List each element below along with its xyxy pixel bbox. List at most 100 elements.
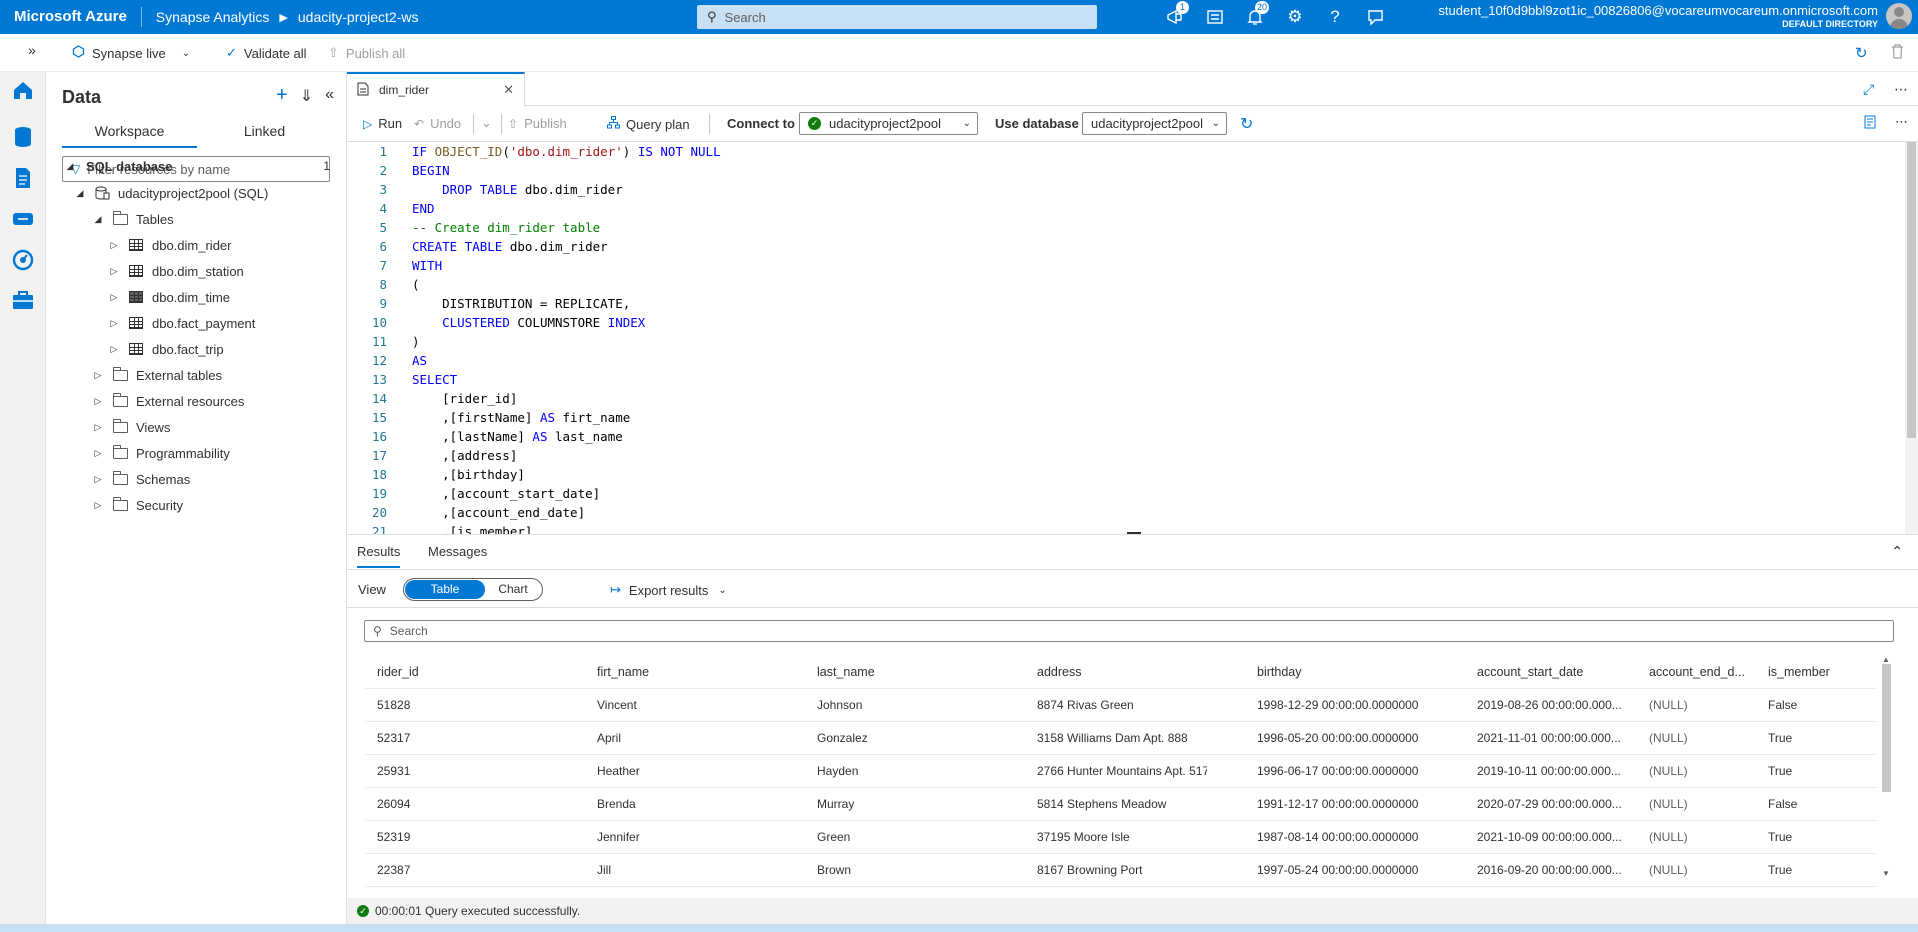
help-icon[interactable]: ? — [1315, 0, 1355, 34]
develop-hub-icon[interactable] — [11, 166, 35, 190]
validate-all-button[interactable]: ✓ Validate all — [226, 45, 307, 61]
table-cell: Hayden — [817, 764, 859, 778]
bell-icon[interactable]: 20 — [1235, 0, 1275, 34]
expand-nav-icon[interactable]: » — [28, 42, 36, 58]
tree-item-table[interactable]: ▷ dbo.dim_time — [46, 285, 346, 309]
folder-label: External tables — [136, 367, 222, 383]
table-row[interactable]: 22387 Jill Brown 8167 Browning Port 1997-05-… — [365, 854, 1877, 887]
view-chart-option[interactable]: Chart — [484, 580, 542, 599]
search-icon: ⚲ — [373, 624, 382, 638]
table-cell: Gonzalez — [817, 731, 868, 745]
view-table-option[interactable]: Table — [405, 580, 485, 599]
gear-icon[interactable]: ⚙ — [1275, 0, 1315, 34]
global-search-input[interactable]: ⚲ Search — [697, 5, 1097, 29]
tree-item-folder[interactable]: ▷ Schemas — [46, 467, 346, 491]
data-hub-icon[interactable] — [11, 125, 35, 149]
tree-item-folder[interactable]: ▷ External tables — [46, 363, 346, 387]
discard-icon[interactable] — [1891, 44, 1904, 63]
tree-item-table[interactable]: ▷ dbo.dim_rider — [46, 233, 346, 257]
breadcrumb-workspace[interactable]: udacity-project2-ws — [298, 9, 419, 25]
maximize-icon[interactable]: ⤢ — [1863, 81, 1874, 98]
table-row[interactable]: 52319 Jennifer Green 37195 Moore Isle 1987-0… — [365, 821, 1877, 854]
column-header[interactable]: address — [1037, 655, 1207, 689]
tree-item-table[interactable]: ▷ dbo.dim_station — [46, 259, 346, 283]
code-line: 11) — [371, 334, 420, 349]
code-line: 3 DROP TABLE dbo.dim_rider — [379, 182, 623, 197]
run-button[interactable]: ▷ Run — [363, 116, 402, 131]
publish-all-button[interactable]: ⇧ Publish all — [328, 45, 405, 61]
breadcrumb-service[interactable]: Synapse Analytics — [142, 9, 270, 25]
feedback-icon[interactable] — [1355, 0, 1395, 34]
tree-item-table[interactable]: ▷ dbo.fact_payment — [46, 311, 346, 335]
caret-right-icon: ▷ — [94, 447, 102, 458]
sql-code-editor[interactable]: 1 IF OBJECT_ID('dbo.dim_rider') IS NOT NU… — [347, 142, 1906, 534]
code-line: 15 ,[firstName] AS firt_name — [371, 410, 631, 425]
view-toggle[interactable]: Table Chart — [403, 578, 543, 601]
more-options-icon[interactable]: ⋯ — [1895, 114, 1908, 130]
account-menu[interactable]: student_10f0d9bbl9zot1ic_00826806@vocare… — [1438, 3, 1878, 30]
results-search-input[interactable]: ⚲ Search — [364, 620, 1894, 642]
manage-hub-icon[interactable] — [11, 288, 35, 312]
column-header[interactable]: account_end_d... — [1649, 655, 1759, 689]
tree-item-folder[interactable]: ▷ Views — [46, 415, 346, 439]
sql-script-icon — [357, 82, 369, 99]
switch-directory-icon[interactable] — [1195, 0, 1235, 34]
properties-icon[interactable] — [1864, 115, 1878, 129]
connect-to-dropdown[interactable]: ✓ udacityproject2pool ⌄ — [799, 112, 978, 135]
refresh-icon[interactable]: ↻ — [1855, 44, 1868, 62]
search-icon: ⚲ — [707, 9, 717, 24]
publish-button[interactable]: ⇧ Publish — [508, 116, 567, 131]
undo-button[interactable]: ↶ Undo — [414, 116, 461, 131]
table-row[interactable]: 51828 Vincent Johnson 8874 Rivas Green 1998-… — [365, 689, 1877, 722]
column-header[interactable]: birthday — [1257, 655, 1427, 689]
collapse-results-icon[interactable]: ⌃ — [1891, 543, 1903, 560]
tab-results[interactable]: Results — [357, 544, 401, 568]
column-header[interactable]: rider_id — [377, 655, 547, 689]
tree-item-folder[interactable]: ▷ External resources — [46, 389, 346, 413]
home-icon[interactable] — [11, 78, 35, 102]
tree-item-sql-database[interactable]: ◢ SQL database 1 — [46, 154, 346, 178]
chevron-down-icon: ⌄ — [718, 584, 727, 596]
results-scrollbar[interactable]: ▲ ▼ — [1880, 655, 1893, 883]
tree-item-table[interactable]: ▷ dbo.fact_trip — [46, 337, 346, 361]
tree-item-tables[interactable]: ◢ Tables — [46, 207, 346, 231]
export-results-button[interactable]: ↦ Export results ⌄ — [610, 582, 727, 598]
tree-item-folder[interactable]: ▷ Programmability — [46, 441, 346, 465]
caret-down-icon: ◢ — [66, 160, 74, 171]
synapse-live-dropdown[interactable]: Synapse live ⌄ — [72, 45, 190, 61]
column-header[interactable]: is_member — [1768, 655, 1868, 689]
use-database-dropdown[interactable]: udacityproject2pool ⌄ — [1082, 112, 1227, 135]
brand-title[interactable]: Microsoft Azure — [0, 7, 142, 27]
monitor-hub-icon[interactable] — [11, 248, 35, 272]
tab-dim-rider[interactable]: dim_rider ✕ — [347, 72, 525, 106]
avatar[interactable] — [1886, 3, 1912, 29]
column-header[interactable]: last_name — [817, 655, 987, 689]
chevron-down-icon[interactable]: ⌄ — [481, 115, 492, 131]
folder-label: Views — [136, 419, 171, 435]
table-row[interactable]: 26094 Brenda Murray 5814 Stephens Meadow 199… — [365, 788, 1877, 821]
undo-label: Undo — [430, 116, 462, 131]
column-header[interactable]: account_start_date — [1477, 655, 1642, 689]
table-cell: 1998-12-29 00:00:00.0000000 — [1257, 698, 1419, 712]
scroll-up-icon[interactable]: ▲ — [1882, 655, 1890, 664]
more-options-icon[interactable]: ⋯ — [1894, 81, 1908, 98]
tree-item-pool[interactable]: ◢ udacityproject2pool (SQL) — [46, 181, 346, 205]
table-row[interactable]: 25931 Heather Hayden 2766 Hunter Mountains … — [365, 755, 1877, 788]
code-line: 19 ,[account_start_date] — [371, 486, 601, 501]
close-icon[interactable]: ✕ — [503, 82, 514, 98]
query-plan-button[interactable]: Query plan — [607, 116, 690, 132]
column-header[interactable]: firt_name — [597, 655, 767, 689]
sql-pool-icon — [94, 186, 110, 200]
editor-scrollbar[interactable] — [1905, 142, 1918, 534]
refresh-icon[interactable]: ↻ — [1240, 114, 1253, 134]
tab-messages[interactable]: Messages — [428, 544, 487, 566]
table-cell: 1996-05-20 00:00:00.0000000 — [1257, 731, 1419, 745]
table-row[interactable]: 52317 April Gonzalez 3158 Williams Dam Apt.… — [365, 722, 1877, 755]
table-icon — [128, 290, 144, 304]
code-line: 5 -- Create dim_rider table — [379, 220, 601, 235]
tree-item-folder[interactable]: ▷ Security — [46, 493, 346, 517]
integrate-hub-icon[interactable] — [11, 207, 35, 231]
tables-label: Tables — [136, 211, 174, 227]
announcements-icon[interactable]: 1 — [1155, 0, 1195, 34]
scroll-down-icon[interactable]: ▼ — [1882, 869, 1890, 878]
